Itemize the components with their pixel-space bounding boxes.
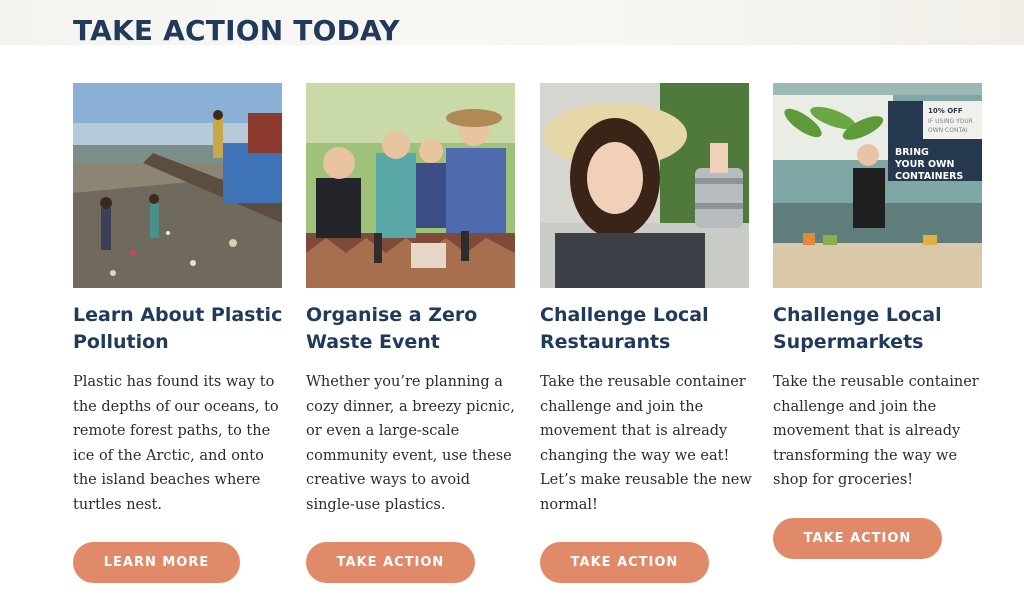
supermarket-illustration: 10% OFF IF USING YOUR OWN CONTAI BRING Y… (773, 83, 982, 288)
card-title: Learn About Plastic Pollution (73, 304, 283, 353)
sign-line1: BRING (895, 147, 929, 158)
card-image-family-picnic[interactable] (306, 83, 515, 288)
card-title: Challenge Local Supermarkets (773, 304, 942, 353)
card-title: Organise a Zero Waste Event (306, 304, 478, 353)
take-action-button-restaurants[interactable]: TAKE ACTION (540, 542, 709, 583)
card-supermarkets: 10% OFF IF USING YOUR OWN CONTAI BRING Y… (773, 83, 983, 493)
sign-line3: CONTAINERS (895, 171, 963, 182)
card-description: Take the reusable container challenge an… (773, 374, 979, 488)
sign-offer-line3: OWN CONTAI (928, 127, 968, 134)
take-action-button-event[interactable]: TAKE ACTION (306, 542, 475, 583)
card-description: Plastic has found its way to the depths … (73, 374, 279, 513)
card-zero-waste-event: Organise a Zero Waste Event Whether you’… (306, 83, 516, 517)
sign-offer-line1: 10% OFF (928, 107, 963, 115)
card-restaurants: Challenge Local Restaurants Take the reu… (540, 83, 752, 517)
polluted-shore-illustration (73, 83, 282, 288)
woman-tiffin-illustration (540, 83, 749, 288)
card-image-supermarket[interactable]: 10% OFF IF USING YOUR OWN CONTAI BRING Y… (773, 83, 982, 288)
card-image-polluted-shore[interactable] (73, 83, 282, 288)
card-description: Take the reusable container challenge an… (540, 374, 752, 513)
card-description: Whether you’re planning a cozy dinner, a… (306, 374, 515, 513)
section-title: TAKE ACTION TODAY (73, 14, 400, 47)
take-action-button-supermarkets[interactable]: TAKE ACTION (773, 518, 942, 559)
sign-offer-line2: IF USING YOUR (928, 118, 973, 125)
sign-line2: YOUR OWN (894, 159, 955, 170)
family-picnic-illustration (306, 83, 515, 288)
card-image-woman-tiffin[interactable] (540, 83, 749, 288)
learn-more-button[interactable]: LEARN MORE (73, 542, 240, 583)
card-title: Challenge Local Restaurants (540, 304, 709, 353)
card-plastic-pollution: Learn About Plastic Pollution Plastic ha… (73, 83, 283, 517)
